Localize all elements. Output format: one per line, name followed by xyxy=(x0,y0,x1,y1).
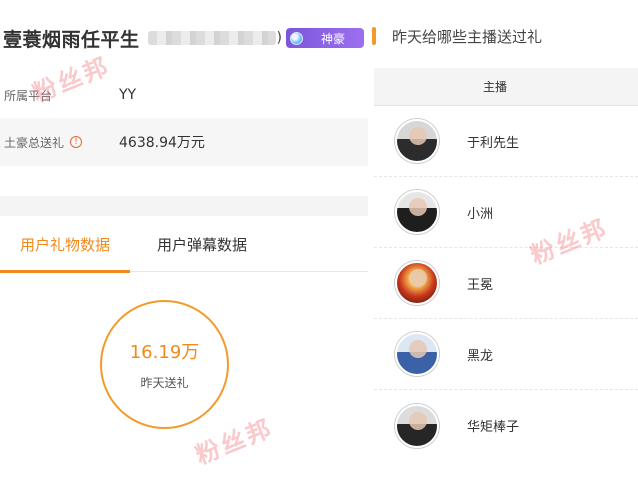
anchor-row[interactable]: 华矩棒子 xyxy=(374,390,638,461)
right-panel-title: 昨天给哪些主播送过礼 xyxy=(372,24,542,48)
level-badge-label: 神豪 xyxy=(320,31,345,46)
section-divider xyxy=(0,196,368,216)
avatar[interactable] xyxy=(395,261,439,305)
anchor-table-header: 主播 xyxy=(374,68,638,106)
total-gift-row: 土豪总送礼 ! 4638.94万元 xyxy=(0,118,368,166)
watermark: 粉丝邦 xyxy=(191,413,278,470)
user-id-suffix: ) xyxy=(276,30,282,46)
help-icon[interactable]: ! xyxy=(70,136,83,148)
platform-value: YY xyxy=(119,87,137,103)
anchor-name[interactable]: 黑龙 xyxy=(467,345,493,364)
anchor-name[interactable]: 小洲 xyxy=(467,203,493,222)
anchor-name[interactable]: 于利先生 xyxy=(467,132,519,151)
yesterday-gift-circle: 16.19万 昨天送礼 xyxy=(100,300,229,429)
anchor-name[interactable]: 华矩棒子 xyxy=(467,416,519,435)
anchor-column-header: 主播 xyxy=(482,80,507,94)
total-gift-value: 4638.94万元 xyxy=(119,135,205,151)
platform-label-text: 所属平台 xyxy=(4,88,53,103)
username: 壹蓑烟雨任平生 xyxy=(3,28,140,51)
level-badge: 神豪 xyxy=(285,28,364,48)
anchor-name[interactable]: 王冕 xyxy=(467,274,493,293)
title-accent-bar xyxy=(372,27,376,45)
avatar[interactable] xyxy=(395,332,439,376)
yesterday-gift-value: 16.19万 xyxy=(129,342,200,363)
total-gift-label-text: 土豪总送礼 xyxy=(4,135,65,150)
platform-row: 所属平台 YY xyxy=(0,71,368,119)
anchor-row[interactable]: 王冕 xyxy=(374,248,638,319)
anchor-row[interactable]: 小洲 xyxy=(374,177,638,248)
avatar[interactable] xyxy=(395,119,439,163)
tab-gift-data[interactable]: 用户礼物数据 xyxy=(0,216,130,273)
platform-label: 所属平台 xyxy=(4,87,119,104)
tab-danmaku-data[interactable]: 用户弹幕数据 xyxy=(130,216,274,272)
total-gift-label: 土豪总送礼 ! xyxy=(4,134,119,151)
avatar[interactable] xyxy=(395,403,439,448)
user-header: 壹蓑烟雨任平生 ) 神豪 xyxy=(0,20,368,56)
right-panel-title-text: 昨天给哪些主播送过礼 xyxy=(392,27,543,46)
anchor-list: 于利先生 小洲 王冕 黑龙 华矩棒子 xyxy=(374,106,638,461)
avatar[interactable] xyxy=(395,190,439,234)
anchor-row[interactable]: 于利先生 xyxy=(374,106,638,177)
diamond-icon xyxy=(289,31,303,45)
anchor-row[interactable]: 黑龙 xyxy=(374,319,638,390)
data-tabs: 用户礼物数据 用户弹幕数据 xyxy=(0,216,368,273)
user-id-blurred: ) xyxy=(147,30,282,46)
yesterday-gift-label: 昨天送礼 xyxy=(140,376,189,390)
blurred-id-mask xyxy=(147,31,276,45)
